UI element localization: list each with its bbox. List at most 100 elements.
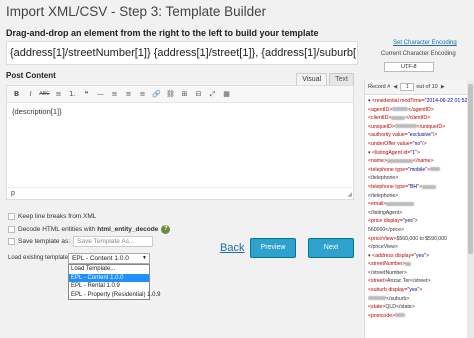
strikethrough-icon[interactable]: ABC — [39, 89, 50, 100]
horizontal-rule-icon[interactable]: — — [95, 89, 106, 100]
align-left-icon[interactable]: ≡ — [109, 89, 120, 100]
encoding-select[interactable]: UTF-8 — [384, 62, 434, 72]
xml-node[interactable]: <uniqueID> </uniqueID> — [368, 123, 472, 132]
xml-node[interactable]: ▾ <listingAgent id="1"> — [368, 149, 472, 158]
xml-attr: display= — [393, 252, 415, 259]
xml-node[interactable]: </telephone> — [368, 174, 472, 183]
editor-content[interactable]: {description[1]} — [7, 103, 353, 181]
decode-html-checkbox[interactable] — [8, 226, 15, 233]
back-link[interactable]: Back — [220, 242, 244, 254]
chevron-down-icon: ▼ — [142, 255, 147, 261]
xml-node[interactable]: </listingAgent> — [368, 209, 472, 218]
editor-tabs: Visual Text — [294, 73, 354, 85]
redacted-value — [386, 201, 415, 206]
xml-tag: /> — [422, 140, 427, 147]
preview-button[interactable]: Preview — [250, 238, 296, 258]
xml-node[interactable]: <state>QLD</state> — [368, 303, 472, 312]
xml-attr: value= — [395, 140, 413, 147]
redacted-value — [368, 296, 386, 301]
xml-tag: > — [417, 149, 421, 156]
next-button[interactable]: Next — [308, 238, 354, 258]
xml-node[interactable]: <suburb display="yes"> — [368, 286, 472, 295]
xml-tag: <listingAgent — [372, 149, 402, 156]
blockquote-icon[interactable]: ❝ — [81, 89, 92, 100]
numbered-list-icon[interactable]: 1. — [67, 89, 78, 100]
xml-node[interactable]: <telephone type="BH"> — [368, 183, 472, 192]
xml-node[interactable]: <authority value="exclusive"/> — [368, 131, 472, 140]
xml-tag: </uniqueID> — [416, 123, 446, 130]
tab-visual[interactable]: Visual — [296, 73, 328, 85]
xml-node[interactable]: ▾ <residential modTime="2014-06-22 01:52… — [368, 97, 472, 106]
fullscreen-icon[interactable]: ⤢ — [207, 89, 218, 100]
insert-more-icon[interactable]: ⊞ — [179, 89, 190, 100]
xml-node[interactable]: <agentID> </agentID> — [368, 106, 472, 115]
xml-node[interactable]: <underOffer value="no"/> — [368, 140, 472, 149]
redacted-value — [395, 313, 406, 318]
bullet-list-icon[interactable]: ≡ — [53, 89, 64, 100]
remove-link-icon[interactable]: ⛓ — [165, 89, 176, 100]
resize-handle-icon[interactable]: ◢ — [347, 191, 352, 198]
page-title: Import XML/CSV - Step 3: Template Builde… — [6, 4, 267, 19]
next-record-icon[interactable]: ▶ — [440, 84, 446, 91]
xml-node[interactable]: <name> </name> — [368, 157, 472, 166]
dropdown-option[interactable]: EPL - Content 1.0.0 — [69, 273, 149, 282]
help-icon[interactable]: ? — [161, 225, 171, 234]
italic-icon[interactable]: I — [25, 89, 36, 100]
align-right-icon[interactable]: ≡ — [137, 89, 148, 100]
xml-node[interactable]: ▾ <address display="yes"> — [368, 252, 472, 261]
xml-node[interactable]: <priceView>$560,000 to $590,000 — [368, 235, 472, 244]
xml-tag: </clientID> — [405, 115, 431, 122]
dropdown-option[interactable]: EPL - Property (Residential) 1.0.9 — [69, 291, 160, 300]
dropdown-option[interactable]: EPL - Rental 1.0.9 — [69, 282, 149, 291]
xml-attr-value: "BH" — [408, 183, 419, 190]
xml-tag: <street> — [368, 278, 388, 285]
xml-tag: <suburb — [368, 287, 387, 294]
toolbar-toggle-icon[interactable]: ▦ — [221, 89, 232, 100]
redacted-value — [405, 261, 412, 266]
xml-scrollbar[interactable] — [467, 80, 474, 338]
dropdown-option[interactable]: Load Template... — [69, 265, 149, 274]
load-template-select[interactable]: EPL - Content 1.0.0 ▼ — [68, 253, 150, 264]
tab-text[interactable]: Text — [329, 73, 354, 85]
save-template-row: Save template as: Save Template As... — [8, 236, 154, 247]
scroll-thumb[interactable] — [468, 84, 473, 254]
xml-node[interactable]: <streetNumber> — [368, 260, 472, 269]
xml-node[interactable]: <postcode> — [368, 312, 472, 321]
set-encoding-link[interactable]: Set Character Encoding — [393, 40, 457, 46]
load-template-selected: EPL - Content 1.0.0 — [72, 255, 129, 262]
prev-record-icon[interactable]: ◀ — [392, 84, 398, 91]
xml-node[interactable]: <price display="yes"> — [368, 217, 472, 226]
editor-path-status: p — [7, 187, 353, 199]
xml-node[interactable]: <clientID> </clientID> — [368, 114, 472, 123]
xml-tag: <state> — [368, 304, 386, 311]
keep-line-breaks-checkbox[interactable] — [8, 213, 15, 220]
save-template-input[interactable]: Save Template As... — [73, 236, 154, 247]
insert-link-icon[interactable]: 🔗 — [151, 89, 162, 100]
xml-node[interactable]: <telephone type="mobile"> — [368, 166, 472, 175]
spellcheck-icon[interactable]: ⊟ — [193, 89, 204, 100]
xml-node[interactable]: </telephone> — [368, 192, 472, 201]
save-template-checkbox[interactable] — [8, 238, 15, 245]
editor-toolbar: B I ABC ≡ 1. ❝ — ≡ ≡ ≡ 🔗 ⛓ ⊞ ⊟ ⤢ ▦ — [7, 86, 353, 103]
xml-tag: <residential — [372, 98, 399, 104]
record-number-input[interactable]: 1 — [400, 83, 415, 91]
xml-node[interactable]: </streetNumber> — [368, 269, 472, 278]
xml-attr-value: "mobile" — [408, 166, 428, 173]
bold-icon[interactable]: B — [11, 89, 22, 100]
xml-node[interactable]: 560000</price> — [368, 226, 472, 235]
xml-node[interactable]: </priceView> — [368, 243, 472, 252]
xml-tag: <clientID> — [368, 115, 392, 122]
post-content-editor[interactable]: B I ABC ≡ 1. ❝ — ≡ ≡ ≡ 🔗 ⛓ ⊞ ⊟ ⤢ ▦ {desc… — [6, 85, 354, 200]
xml-node[interactable]: </suburb> — [368, 295, 472, 304]
xml-attr: display= — [382, 218, 403, 225]
load-template-dropdown: Load Template... EPL - Content 1.0.0 EPL… — [68, 264, 160, 300]
xml-tag: <address — [372, 252, 394, 259]
xml-attr-value: "yes" — [407, 287, 420, 294]
align-center-icon[interactable]: ≡ — [123, 89, 134, 100]
xml-attr: type= — [393, 183, 409, 190]
xml-node[interactable]: <email> — [368, 200, 472, 209]
template-title-input[interactable]: {address[1]/streetNumber[1]} {address[1]… — [6, 41, 358, 65]
xml-text: </priceView> — [368, 244, 398, 251]
xml-node[interactable]: <street>Anzac Ter</street> — [368, 277, 472, 286]
decode-html-row: Decode HTML entities with html_entity_de… — [8, 225, 171, 234]
